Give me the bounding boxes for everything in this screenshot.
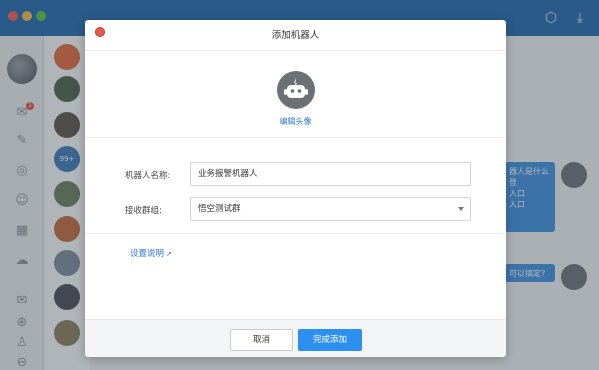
receive-group-value: 悟空测试群 [198,204,241,214]
cancel-button[interactable]: 取消 [230,329,293,351]
close-icon[interactable] [95,27,105,37]
chevron-down-icon [458,207,464,211]
divider [85,137,506,138]
setup-help-link[interactable]: 设置说明 ↗ [130,247,172,259]
robot-name-value: 业务报警机器人 [198,169,258,179]
confirm-add-button[interactable]: 完成添加 [298,329,362,351]
setup-help-text: 设置说明 [130,249,165,259]
dialog-header: 添加机器人 [85,20,506,51]
receive-group-label: 接收群组: [125,206,162,216]
divider [85,233,506,234]
external-link-icon: ↗ [166,250,172,258]
dialog-footer: 取消 完成添加 [85,319,506,357]
add-robot-dialog: 添加机器人 编辑头像 机器人名称: 业务报警机器人 接收群组: 悟空测试群 设置… [85,20,506,357]
robot-name-label: 机器人名称: [125,171,171,181]
robot-name-input[interactable]: 业务报警机器人 [190,162,471,186]
edit-avatar-link[interactable]: 编辑头像 [85,116,506,127]
robot-icon[interactable] [277,71,315,109]
receive-group-select[interactable]: 悟空测试群 [190,197,471,221]
dialog-title: 添加机器人 [271,30,320,41]
